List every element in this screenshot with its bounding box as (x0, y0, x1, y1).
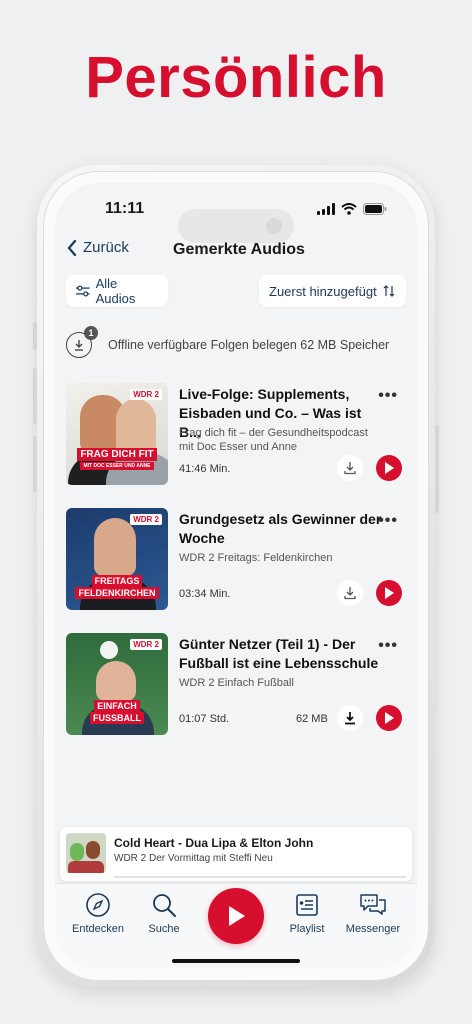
search-icon (153, 894, 176, 917)
download-button[interactable] (337, 580, 363, 606)
tab-bar: Entdecken Suche Playlist Messenger (55, 883, 417, 969)
wdr2-logo: WDR 2 (130, 389, 162, 400)
more-options-button[interactable]: ••• (378, 512, 398, 530)
chevron-left-icon (67, 239, 77, 256)
offline-download-icon: 1 (66, 326, 98, 358)
status-icons (317, 203, 387, 215)
tab-discover[interactable]: Entdecken (63, 892, 133, 935)
more-options-button[interactable]: ••• (378, 387, 398, 405)
phone-power-button (435, 425, 439, 513)
offline-count-badge: 1 (84, 326, 98, 340)
mini-player-progress (114, 876, 406, 878)
compass-icon (86, 893, 110, 917)
episode-podcast: WDR 2 Freitags: Feldenkirchen (179, 552, 333, 564)
play-icon (229, 906, 245, 926)
phone-volume-up (33, 368, 37, 424)
playlist-icon (296, 894, 318, 916)
mini-player[interactable]: Cold Heart - Dua Lipa & Elton John WDR 2… (60, 827, 412, 881)
episode-title: Grundgesetz als Gewinner der Woche (179, 511, 382, 546)
tab-messenger-label: Messenger (345, 923, 401, 935)
episode-duration: 03:34 Min. (179, 588, 231, 600)
phone-mute-switch (33, 322, 37, 350)
episode-thumbnail: WDR 2 EINFACH FUSSBALL (66, 633, 168, 735)
tab-search[interactable]: Suche (129, 892, 199, 935)
tab-playlist-label: Playlist (289, 923, 325, 935)
wifi-icon (341, 203, 357, 215)
home-indicator (172, 959, 300, 963)
download-icon (344, 587, 356, 600)
battery-icon (363, 203, 387, 215)
more-options-button[interactable]: ••• (378, 637, 398, 655)
tab-playlist[interactable]: Playlist (272, 892, 342, 935)
mini-player-title: Cold Heart - Dua Lipa & Elton John (114, 836, 314, 850)
filter-sliders-icon (76, 285, 90, 297)
mini-player-subtitle: WDR 2 Der Vormittag mit Steffi Neu (114, 853, 273, 864)
messenger-icon (360, 894, 386, 915)
tab-search-label: Suche (148, 923, 180, 935)
play-icon (385, 712, 394, 724)
downloaded-icon (345, 712, 355, 725)
status-time: 11:11 (105, 200, 145, 217)
play-button[interactable] (376, 455, 402, 481)
episode-podcast: Frag dich fit – der Gesundheitspodcast m… (179, 427, 368, 453)
tab-messenger[interactable]: Messenger (338, 892, 408, 935)
thumb-sublabel: MIT DOC ESSER UND ANNE (66, 461, 168, 472)
offline-storage-info: 1 Offline verfügbare Folgen belegen 62 M… (66, 326, 406, 359)
play-icon (385, 587, 394, 599)
offline-text: Offline verfügbare Folgen belegen 62 MB … (108, 338, 390, 352)
episode-thumbnail: WDR 2 FRAG DICH FIT MIT DOC ESSER UND AN… (66, 383, 168, 485)
signal-icon (317, 203, 335, 215)
play-button[interactable] (376, 705, 402, 731)
play-button[interactable] (376, 580, 402, 606)
thumb-label: FRAG DICH FIT (66, 448, 168, 461)
download-button[interactable] (337, 455, 363, 481)
thumb-sublabel: FUSSBALL (66, 712, 168, 724)
download-icon (344, 462, 356, 475)
thumb-label: EINFACH (66, 700, 168, 712)
phone-screen: 11:11 Zurück Gemerkte Audios Alle Audios… (55, 183, 417, 969)
all-audios-label: Alle Audios (95, 276, 136, 306)
list-item[interactable]: WDR 2 FREITAGS FELDENKIRCHEN Grundgesetz… (66, 508, 408, 612)
thumb-sublabel: FELDENKIRCHEN (66, 587, 168, 599)
list-item[interactable]: WDR 2 FRAG DICH FIT MIT DOC ESSER UND AN… (66, 383, 408, 487)
back-button[interactable]: Zurück (67, 239, 129, 256)
wdr2-logo: WDR 2 (130, 639, 162, 650)
back-label: Zurück (83, 239, 129, 256)
tab-discover-label: Entdecken (72, 923, 124, 935)
phone-volume-down (33, 436, 37, 492)
sort-label: Zuerst hinzugefügt (269, 283, 377, 299)
nav-bar: Zurück Gemerkte Audios (55, 239, 417, 269)
play-icon (385, 462, 394, 474)
filter-row: Alle Audios Zuerst hinzugefügt (66, 275, 406, 307)
list-item[interactable]: WDR 2 EINFACH FUSSBALL Günter Netzer (Te… (66, 633, 408, 737)
dynamic-island (178, 209, 294, 243)
wdr2-logo: WDR 2 (130, 514, 162, 525)
episode-size: 62 MB (296, 713, 328, 725)
sort-arrows-icon (383, 285, 395, 297)
main-play-button[interactable] (208, 888, 264, 944)
page-title: Gemerkte Audios (173, 241, 305, 258)
episode-podcast: WDR 2 Einfach Fußball (179, 677, 294, 689)
episode-duration: 01:07 Std. (179, 713, 230, 725)
downloaded-indicator[interactable] (337, 705, 363, 731)
episode-title: Günter Netzer (Teil 1) - Der Fußball ist… (179, 636, 379, 671)
episode-duration: 41:46 Min. (179, 463, 231, 475)
status-bar: 11:11 (55, 200, 417, 243)
episode-thumbnail: WDR 2 FREITAGS FELDENKIRCHEN (66, 508, 168, 610)
all-audios-filter[interactable]: Alle Audios (66, 275, 168, 307)
thumb-label: FREITAGS (66, 575, 168, 587)
mini-player-cover (66, 833, 106, 873)
sort-button[interactable]: Zuerst hinzugefügt (259, 275, 406, 307)
headline: Persönlich (85, 45, 387, 110)
